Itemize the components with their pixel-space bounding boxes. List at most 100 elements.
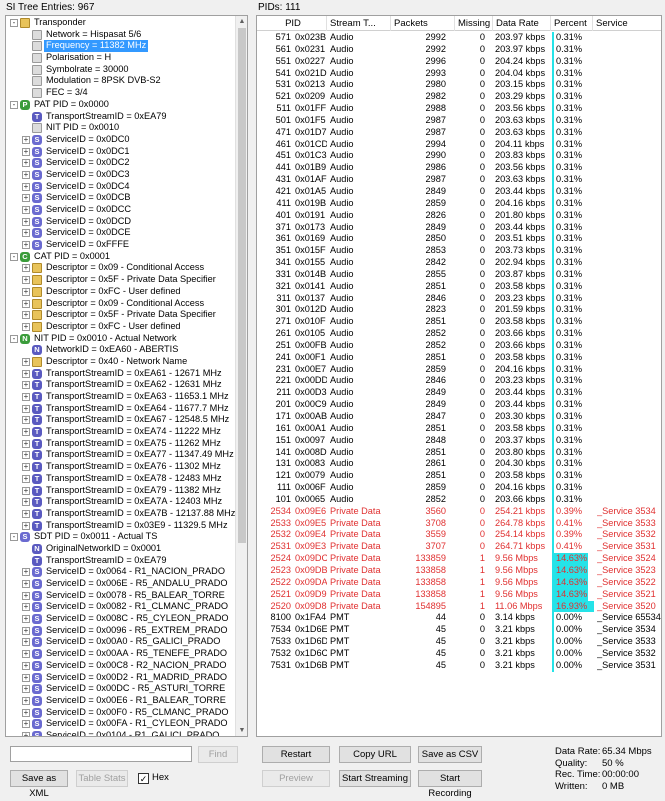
expand-icon[interactable]: +: [22, 159, 30, 168]
tree-node[interactable]: + Descriptor = 0xFC - User defined: [6, 321, 235, 333]
tree-node[interactable]: Network = Hispasat 5/6: [6, 29, 235, 41]
expand-icon[interactable]: +: [22, 685, 30, 694]
expand-icon[interactable]: +: [22, 264, 30, 273]
table-row[interactable]: 501 0x01F5 Audio 2987 0 203.63 kbps 0.31%: [257, 114, 661, 127]
tree-node[interactable]: + Descriptor = 0xFC - User defined: [6, 286, 235, 298]
expand-icon[interactable]: +: [22, 509, 30, 518]
expand-icon[interactable]: +: [22, 568, 30, 577]
expand-icon[interactable]: +: [22, 708, 30, 717]
tree-node[interactable]: + T TransportStreamID = 0xEA61 - 12671 MHz: [6, 368, 235, 380]
tree-node[interactable]: + S ServiceID = 0x008C - R5_CYLEON_PRADO: [6, 613, 235, 625]
table-row[interactable]: 301 0x012D Audio 2823 0 201.59 kbps 0.31%: [257, 304, 661, 317]
table-row[interactable]: 131 0x0083 Audio 2861 0 204.30 kbps 0.31%: [257, 458, 661, 471]
table-row[interactable]: 2534 0x09E6 Private Data 3560 0 254.21 kbps 0.…: [257, 505, 661, 518]
table-row[interactable]: 371 0x0173 Audio 2849 0 203.44 kbps 0.31%: [257, 221, 661, 234]
tree-node[interactable]: + S ServiceID = 0x00E6 - R1_BALEAR_TORRE: [6, 695, 235, 707]
preview-button[interactable]: Preview: [262, 770, 330, 787]
table-row[interactable]: 461 0x01CD Audio 2994 0 204.11 kbps 0.31%: [257, 138, 661, 151]
restart-button[interactable]: Restart: [262, 746, 330, 763]
collapse-icon[interactable]: -: [10, 252, 18, 261]
tree-node[interactable]: + S ServiceID = 0x00C8 - R2_NACION_PRADO: [6, 660, 235, 672]
tree-scroll-thumb[interactable]: [238, 28, 246, 543]
tree-node[interactable]: + T TransportStreamID = 0xEA75 - 11262 MHz: [6, 438, 235, 450]
tree-node[interactable]: + S ServiceID = 0x00F0 - R5_CLMANC_PRADO: [6, 707, 235, 719]
tree-node[interactable]: + S ServiceID = 0x00D2 - R1_MADRID_PRADO: [6, 672, 235, 684]
table-row[interactable]: 271 0x010F Audio 2851 0 203.58 kbps 0.31%: [257, 316, 661, 329]
table-row[interactable]: 521 0x0209 Audio 2982 0 203.29 kbps 0.31%: [257, 91, 661, 104]
table-row[interactable]: 2524 0x09DC Private Data 133859 1 9.56 Mbps 14…: [257, 553, 661, 565]
table-row[interactable]: 331 0x014B Audio 2855 0 203.87 kbps 0.31%: [257, 268, 661, 281]
table-row[interactable]: 2522 0x09DA Private Data 133858 1 9.56 Mbps 14…: [257, 576, 661, 589]
tree-node[interactable]: + T TransportStreamID = 0xEA67 - 12548.5 M…: [6, 414, 235, 426]
tree-node[interactable]: + S ServiceID = 0x0DC1: [6, 146, 235, 158]
expand-icon[interactable]: +: [22, 486, 30, 495]
expand-icon[interactable]: +: [22, 369, 30, 378]
expand-icon[interactable]: +: [22, 591, 30, 600]
tree-node[interactable]: + S ServiceID = 0x0064 - R1_NACION_PRADO: [6, 566, 235, 578]
tree-node[interactable]: + T TransportStreamID = 0xEA77 - 11347.49 …: [6, 449, 235, 461]
search-input[interactable]: [10, 746, 192, 762]
tree-node[interactable]: + Descriptor = 0x09 - Conditional Access: [6, 262, 235, 274]
table-row[interactable]: 451 0x01C3 Audio 2990 0 203.83 kbps 0.31%: [257, 150, 661, 163]
table-row[interactable]: 261 0x0105 Audio 2852 0 203.66 kbps 0.31%: [257, 328, 661, 340]
tree-node[interactable]: + T TransportStreamID = 0xEA64 - 11677.7 M…: [6, 403, 235, 415]
table-row[interactable]: 2520 0x09D8 Private Data 154895 1 11.06 Mbps 1…: [257, 600, 661, 613]
expand-icon[interactable]: +: [22, 463, 30, 472]
hex-checkbox-box[interactable]: ✓: [138, 773, 149, 784]
expand-icon[interactable]: +: [22, 357, 30, 366]
expand-icon[interactable]: +: [22, 626, 30, 635]
expand-icon[interactable]: +: [22, 428, 30, 437]
tree-node[interactable]: + Descriptor = 0x5F - Private Data Specif…: [6, 274, 235, 286]
table-row[interactable]: 111 0x006F Audio 2859 0 204.16 kbps 0.31%: [257, 482, 661, 494]
expand-icon[interactable]: +: [22, 638, 30, 647]
table-row[interactable]: 7534 0x1D6E PMT 45 0 3.21 kbps 0.00% _Service 3…: [257, 624, 661, 637]
tree-scrollbar[interactable]: ▲ ▼: [235, 16, 247, 736]
collapse-icon[interactable]: -: [10, 19, 18, 27]
expand-icon[interactable]: +: [22, 217, 30, 226]
tree-node[interactable]: + T TransportStreamID = 0xEA7B - 12137.88 …: [6, 508, 235, 520]
expand-icon[interactable]: +: [22, 615, 30, 624]
start-recording-button[interactable]: Start Recording: [418, 770, 482, 799]
column-header[interactable]: Stream T...: [327, 16, 391, 31]
tree-node[interactable]: Frequency = 11382 MHz: [6, 40, 235, 53]
table-row[interactable]: 2521 0x09D9 Private Data 133858 1 9.56 Mbps 14…: [257, 588, 661, 601]
table-row[interactable]: 571 0x023B Audio 2992 0 203.97 kbps 0.31%: [257, 32, 661, 44]
expand-icon[interactable]: +: [22, 276, 30, 285]
save-as-xml-button[interactable]: Save as XML: [10, 770, 68, 799]
tree-node[interactable]: + Descriptor = 0x40 - Network Name: [6, 356, 235, 368]
expand-icon[interactable]: +: [22, 650, 30, 659]
hex-checkbox[interactable]: ✓ Hex: [138, 771, 169, 785]
pids-table[interactable]: PID Stream T... Packets Missing Data Rate Per…: [256, 15, 662, 737]
tree-node[interactable]: + S ServiceID = 0x0DCB: [6, 192, 235, 204]
table-row[interactable]: 321 0x0141 Audio 2851 0 203.58 kbps 0.31%: [257, 280, 661, 293]
expand-icon[interactable]: +: [22, 229, 30, 238]
tree-node[interactable]: + T TransportStreamID = 0xEA63 - 11653.1 M…: [6, 391, 235, 403]
expand-icon[interactable]: +: [22, 696, 30, 705]
tree-node[interactable]: + T TransportStreamID = 0xEA76 - 11302 MHz: [6, 461, 235, 473]
tree-node[interactable]: + T TransportStreamID = 0xEA62 - 12631 MHz: [6, 379, 235, 391]
table-row[interactable]: 421 0x01A5 Audio 2849 0 203.44 kbps 0.31%: [257, 185, 661, 198]
expand-icon[interactable]: +: [22, 498, 30, 507]
expand-icon[interactable]: +: [22, 439, 30, 448]
column-header[interactable]: Service: [593, 16, 661, 31]
table-row[interactable]: 7531 0x1D6B PMT 45 0 3.21 kbps 0.00% _Service 3…: [257, 659, 661, 672]
table-row[interactable]: 221 0x00DD Audio 2846 0 203.23 kbps 0.31%: [257, 375, 661, 388]
table-row[interactable]: 401 0x0191 Audio 2826 0 201.80 kbps 0.31%: [257, 209, 661, 222]
table-row[interactable]: 471 0x01D7 Audio 2987 0 203.63 kbps 0.31%: [257, 126, 661, 139]
table-row[interactable]: 431 0x01AF Audio 2987 0 203.63 kbps 0.31%: [257, 174, 661, 186]
table-row[interactable]: 201 0x00C9 Audio 2849 0 203.44 kbps 0.31%: [257, 399, 661, 411]
table-row[interactable]: 231 0x00E7 Audio 2859 0 204.16 kbps 0.31%: [257, 363, 661, 376]
expand-icon[interactable]: +: [22, 135, 30, 144]
expand-icon[interactable]: +: [22, 404, 30, 413]
table-row[interactable]: 2533 0x09E5 Private Data 3708 0 264.78 kbps 0.…: [257, 517, 661, 530]
tree-node[interactable]: + S ServiceID = 0x0104 - R1_GALICI_PRADO: [6, 730, 235, 736]
tree-node[interactable]: T TransportStreamID = 0xEA79: [6, 111, 235, 123]
expand-icon[interactable]: +: [22, 731, 30, 736]
expand-icon[interactable]: +: [22, 451, 30, 460]
expand-icon[interactable]: +: [22, 720, 30, 729]
expand-icon[interactable]: +: [22, 206, 30, 214]
scroll-up-arrow-icon[interactable]: ▲: [236, 16, 247, 27]
tree-node[interactable]: T TransportStreamID = 0xEA79: [6, 555, 235, 567]
tree-node[interactable]: + S ServiceID = 0xFFFE: [6, 239, 235, 251]
tree-node[interactable]: N OriginalNetworkID = 0x0001: [6, 543, 235, 555]
